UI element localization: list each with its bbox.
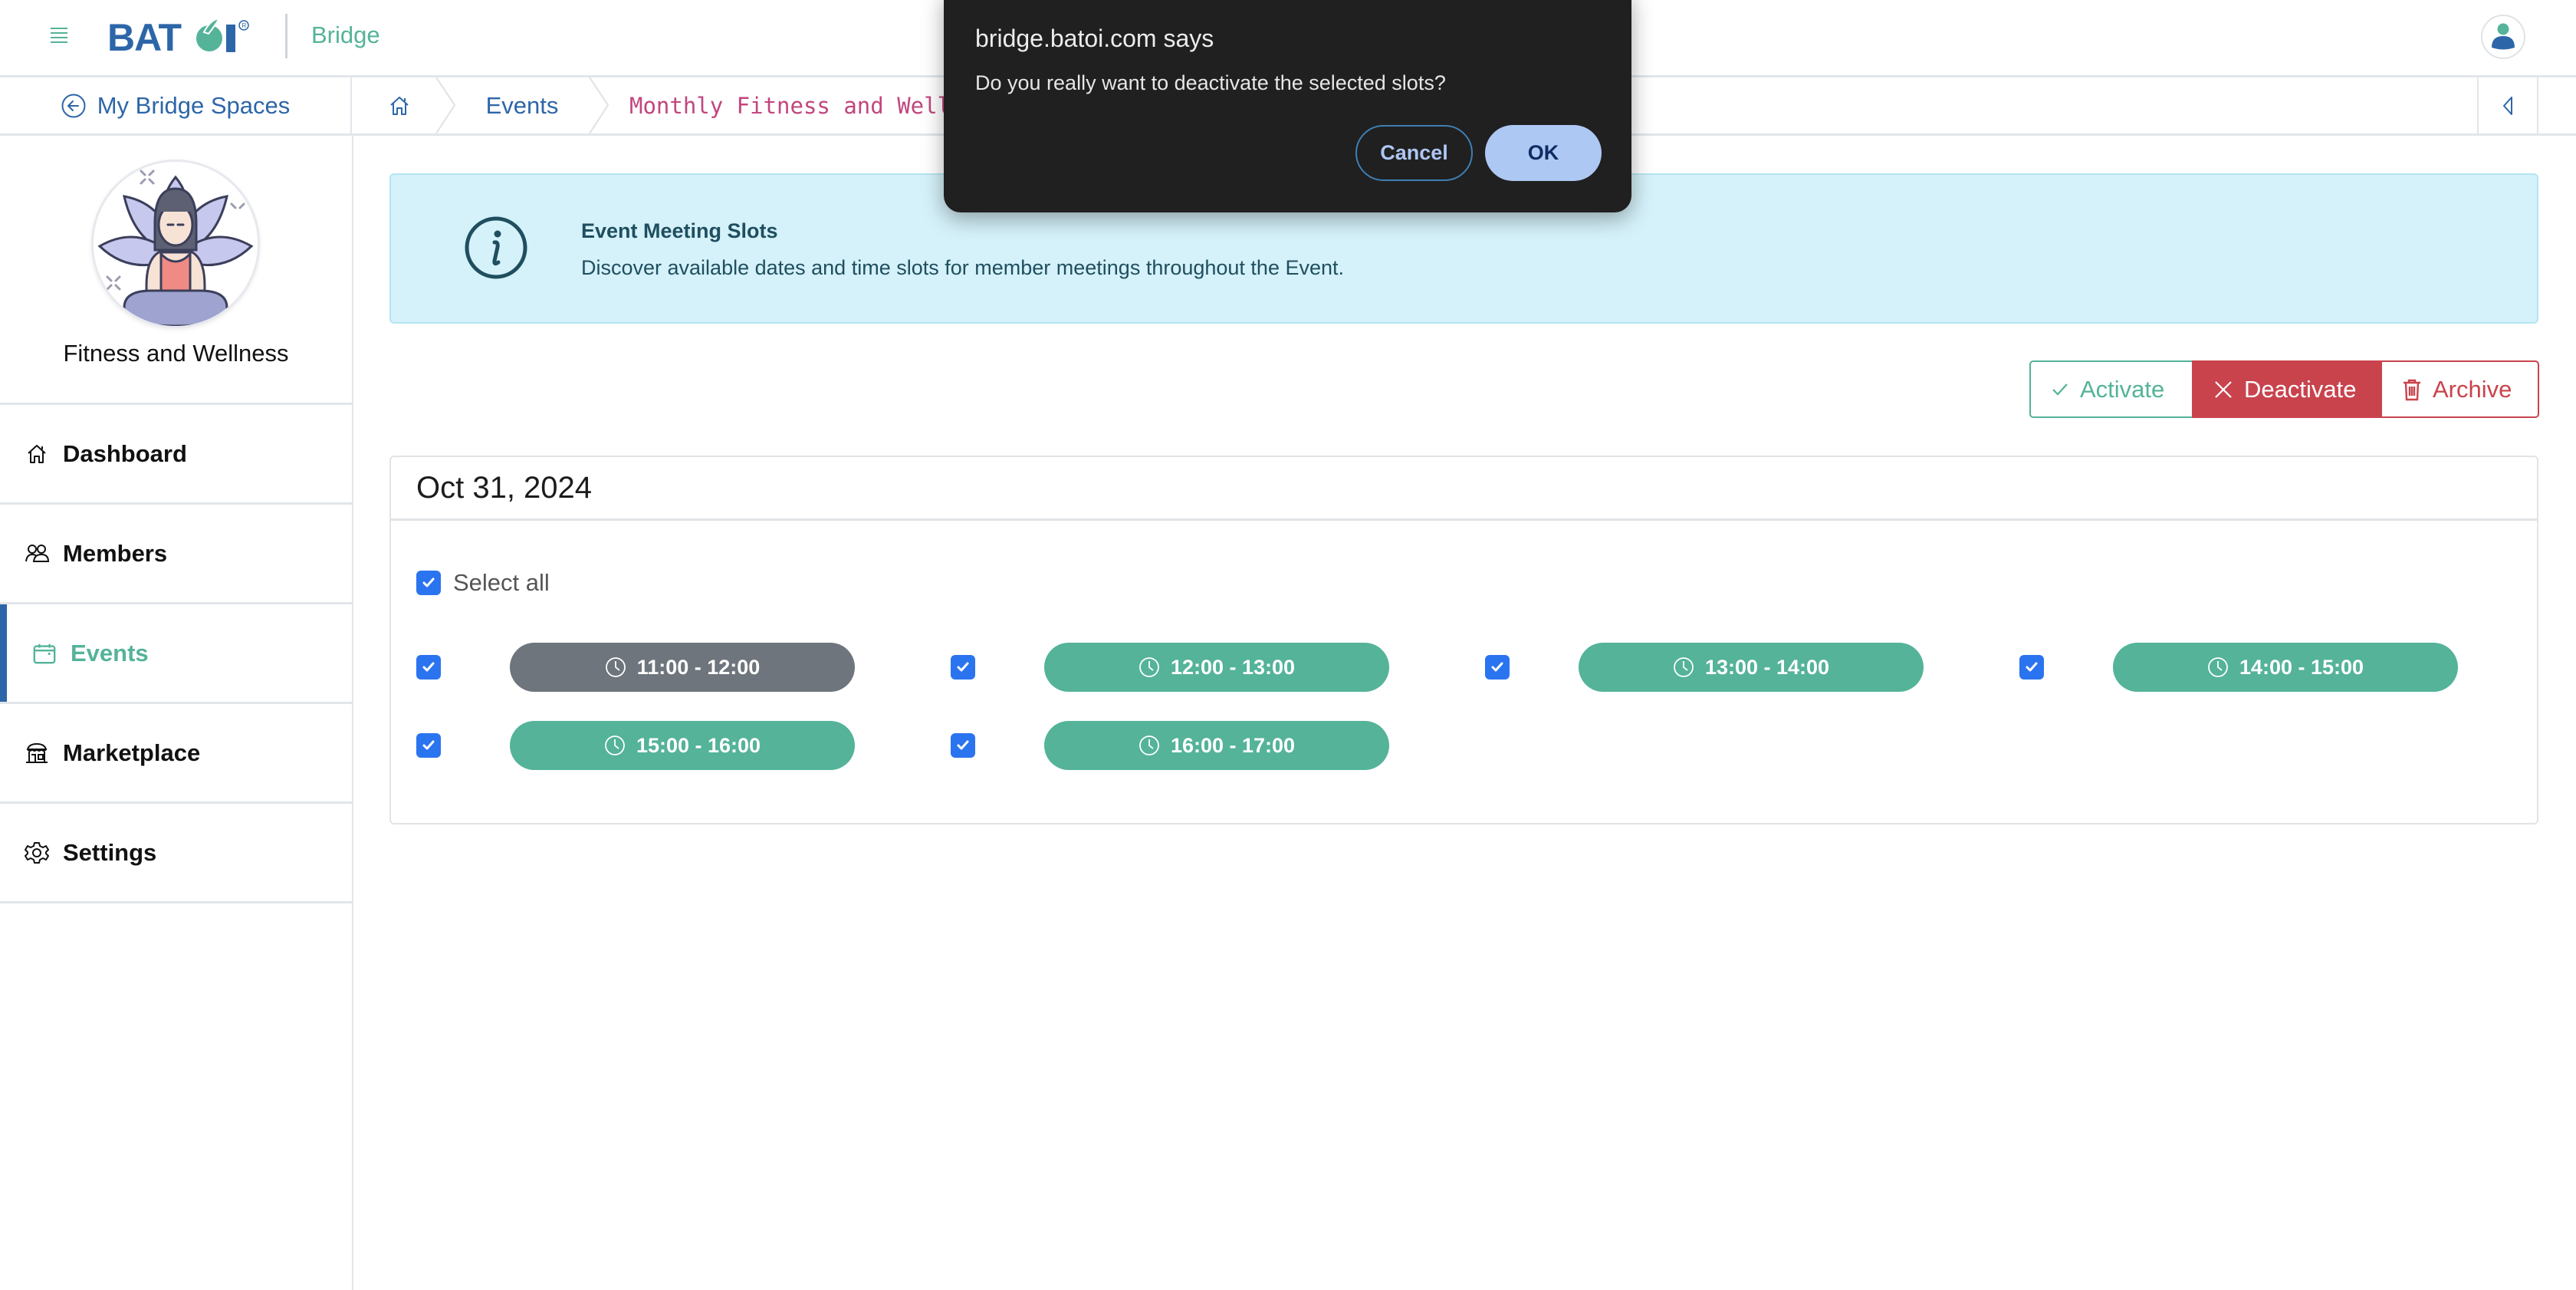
sidebar-item-label: Settings (63, 838, 157, 866)
slot-item: 12:00 - 13:00 (951, 643, 1485, 692)
select-all-checkbox[interactable]: Select all (416, 569, 550, 597)
triangle-left-icon (2503, 96, 2512, 115)
time-slot-label: 14:00 - 15:00 (2239, 655, 2364, 679)
app-name: Bridge (311, 21, 380, 48)
store-icon (25, 741, 49, 765)
svg-text:BAT: BAT (107, 17, 182, 54)
confirm-dialog: bridge.batoi.com says Do you really want… (944, 0, 1631, 212)
checkbox-checked[interactable] (416, 571, 441, 595)
activate-button[interactable]: Activate (2029, 360, 2192, 418)
dialog-message: Do you really want to deactivate the sel… (975, 71, 1446, 94)
batoi-logo[interactable]: BAT R (107, 17, 261, 54)
collapse-panel-button[interactable] (2477, 77, 2538, 133)
home-icon (390, 96, 409, 115)
logo-divider (285, 14, 288, 58)
clock-icon (1674, 657, 1694, 677)
sidebar-item-label: Marketplace (63, 739, 201, 766)
deactivate-button[interactable]: Deactivate (2192, 360, 2382, 418)
time-slot-label: 16:00 - 17:00 (1170, 733, 1296, 757)
time-slot-pill[interactable]: 13:00 - 14:00 (1579, 643, 1924, 692)
slot-checkbox[interactable] (1485, 655, 1510, 680)
hamburger-icon[interactable] (51, 28, 67, 44)
dialog-ok-button[interactable]: OK (1485, 125, 1602, 181)
breadcrumb-events-label: Events (485, 91, 559, 119)
breadcrumb-current: Monthly Fitness and Well (599, 77, 951, 133)
check-icon (422, 740, 435, 750)
archive-button[interactable]: Archive (2382, 360, 2539, 418)
sidebar-item-settings[interactable]: Settings (0, 804, 352, 903)
slot-item: 14:00 - 15:00 (2019, 643, 2554, 692)
sidebar-item-marketplace[interactable]: Marketplace (0, 704, 352, 804)
sidebar-item-label: Dashboard (63, 439, 187, 467)
sidebar-item-dashboard[interactable]: Dashboard (0, 405, 352, 505)
slot-item: 16:00 - 17:00 (951, 721, 1485, 770)
users-icon (25, 541, 49, 566)
time-slot-label: 13:00 - 14:00 (1704, 655, 1830, 679)
breadcrumb-home[interactable] (353, 77, 456, 133)
slot-checkbox[interactable] (2019, 655, 2044, 680)
check-icon (2026, 662, 2038, 672)
slot-checkbox[interactable] (416, 733, 441, 758)
info-icon (465, 216, 527, 279)
time-slot-pill[interactable]: 14:00 - 15:00 (2113, 643, 2458, 692)
sidebar-item-members[interactable]: Members (0, 505, 352, 604)
sidebar: Fitness and Wellness Dashboard Members E… (0, 136, 353, 1290)
space-name: Fitness and Wellness (63, 340, 289, 367)
arrow-left-circle-icon (61, 94, 86, 117)
slot-checkbox[interactable] (951, 655, 975, 680)
time-slot-pill[interactable]: 11:00 - 12:00 (510, 643, 855, 692)
space-avatar (91, 160, 260, 328)
dialog-cancel-button[interactable]: Cancel (1355, 125, 1473, 181)
gear-icon (25, 841, 49, 865)
close-icon (2215, 380, 2232, 398)
clock-icon (1139, 735, 1159, 755)
slot-item: 11:00 - 12:00 (416, 643, 951, 692)
check-icon (422, 662, 435, 672)
slot-checkbox[interactable] (951, 733, 975, 758)
time-slot-pill[interactable]: 15:00 - 16:00 (510, 721, 855, 770)
clock-icon (605, 735, 625, 755)
clock-icon (1139, 657, 1159, 677)
activate-label: Activate (2080, 375, 2165, 403)
clock-icon (605, 657, 626, 677)
slot-actions: Activate Deactivate Archive (2029, 360, 2539, 418)
time-slot-pill[interactable]: 12:00 - 13:00 (1044, 643, 1389, 692)
archive-label: Archive (2433, 375, 2512, 403)
sidebar-item-label: Events (71, 639, 149, 666)
date-slot-card: Oct 31, 2024 Select all 11:00 - 12:00 12:… (389, 456, 2538, 824)
sidebar-item-events[interactable]: Events (0, 604, 352, 704)
deactivate-label: Deactivate (2244, 375, 2357, 403)
time-slot-label: 12:00 - 13:00 (1170, 655, 1296, 679)
slot-item: 13:00 - 14:00 (1485, 643, 2019, 692)
breadcrumb-events[interactable]: Events (445, 77, 610, 133)
check-icon (1491, 662, 1503, 672)
clock-icon (2208, 657, 2228, 677)
user-avatar-icon[interactable] (2481, 15, 2525, 59)
calendar-icon (32, 641, 57, 666)
dialog-title: bridge.batoi.com says (975, 25, 1214, 52)
time-slot-pill[interactable]: 16:00 - 17:00 (1044, 721, 1389, 770)
breadcrumb-current-label: Monthly Fitness and Well (629, 92, 951, 119)
slot-grid: 11:00 - 12:00 12:00 - 13:00 13:00 - 14:00 1… (416, 643, 2517, 770)
info-text: Discover available dates and time slots … (581, 256, 1345, 279)
check-icon (957, 740, 969, 750)
check-icon (957, 662, 969, 672)
date-heading: Oct 31, 2024 (391, 457, 2537, 521)
svg-text:R: R (242, 22, 247, 29)
my-bridge-spaces-label: My Bridge Spaces (97, 91, 291, 119)
my-bridge-spaces-link[interactable]: My Bridge Spaces (0, 77, 352, 133)
trash-icon (2404, 379, 2420, 400)
select-all-label: Select all (453, 569, 550, 596)
time-slot-label: 11:00 - 12:00 (636, 655, 761, 679)
check-icon (2052, 383, 2068, 396)
sidebar-nav: Dashboard Members Events Marketplace Set… (0, 403, 352, 903)
slot-checkbox[interactable] (416, 655, 441, 680)
breadcrumb: Events Monthly Fitness and Well (353, 77, 951, 133)
check-icon (422, 578, 435, 587)
slot-item: 15:00 - 16:00 (416, 721, 951, 770)
sidebar-item-label: Members (63, 539, 168, 567)
info-title: Event Meeting Slots (581, 219, 778, 242)
time-slot-label: 15:00 - 16:00 (636, 733, 761, 757)
home-icon (25, 442, 49, 466)
